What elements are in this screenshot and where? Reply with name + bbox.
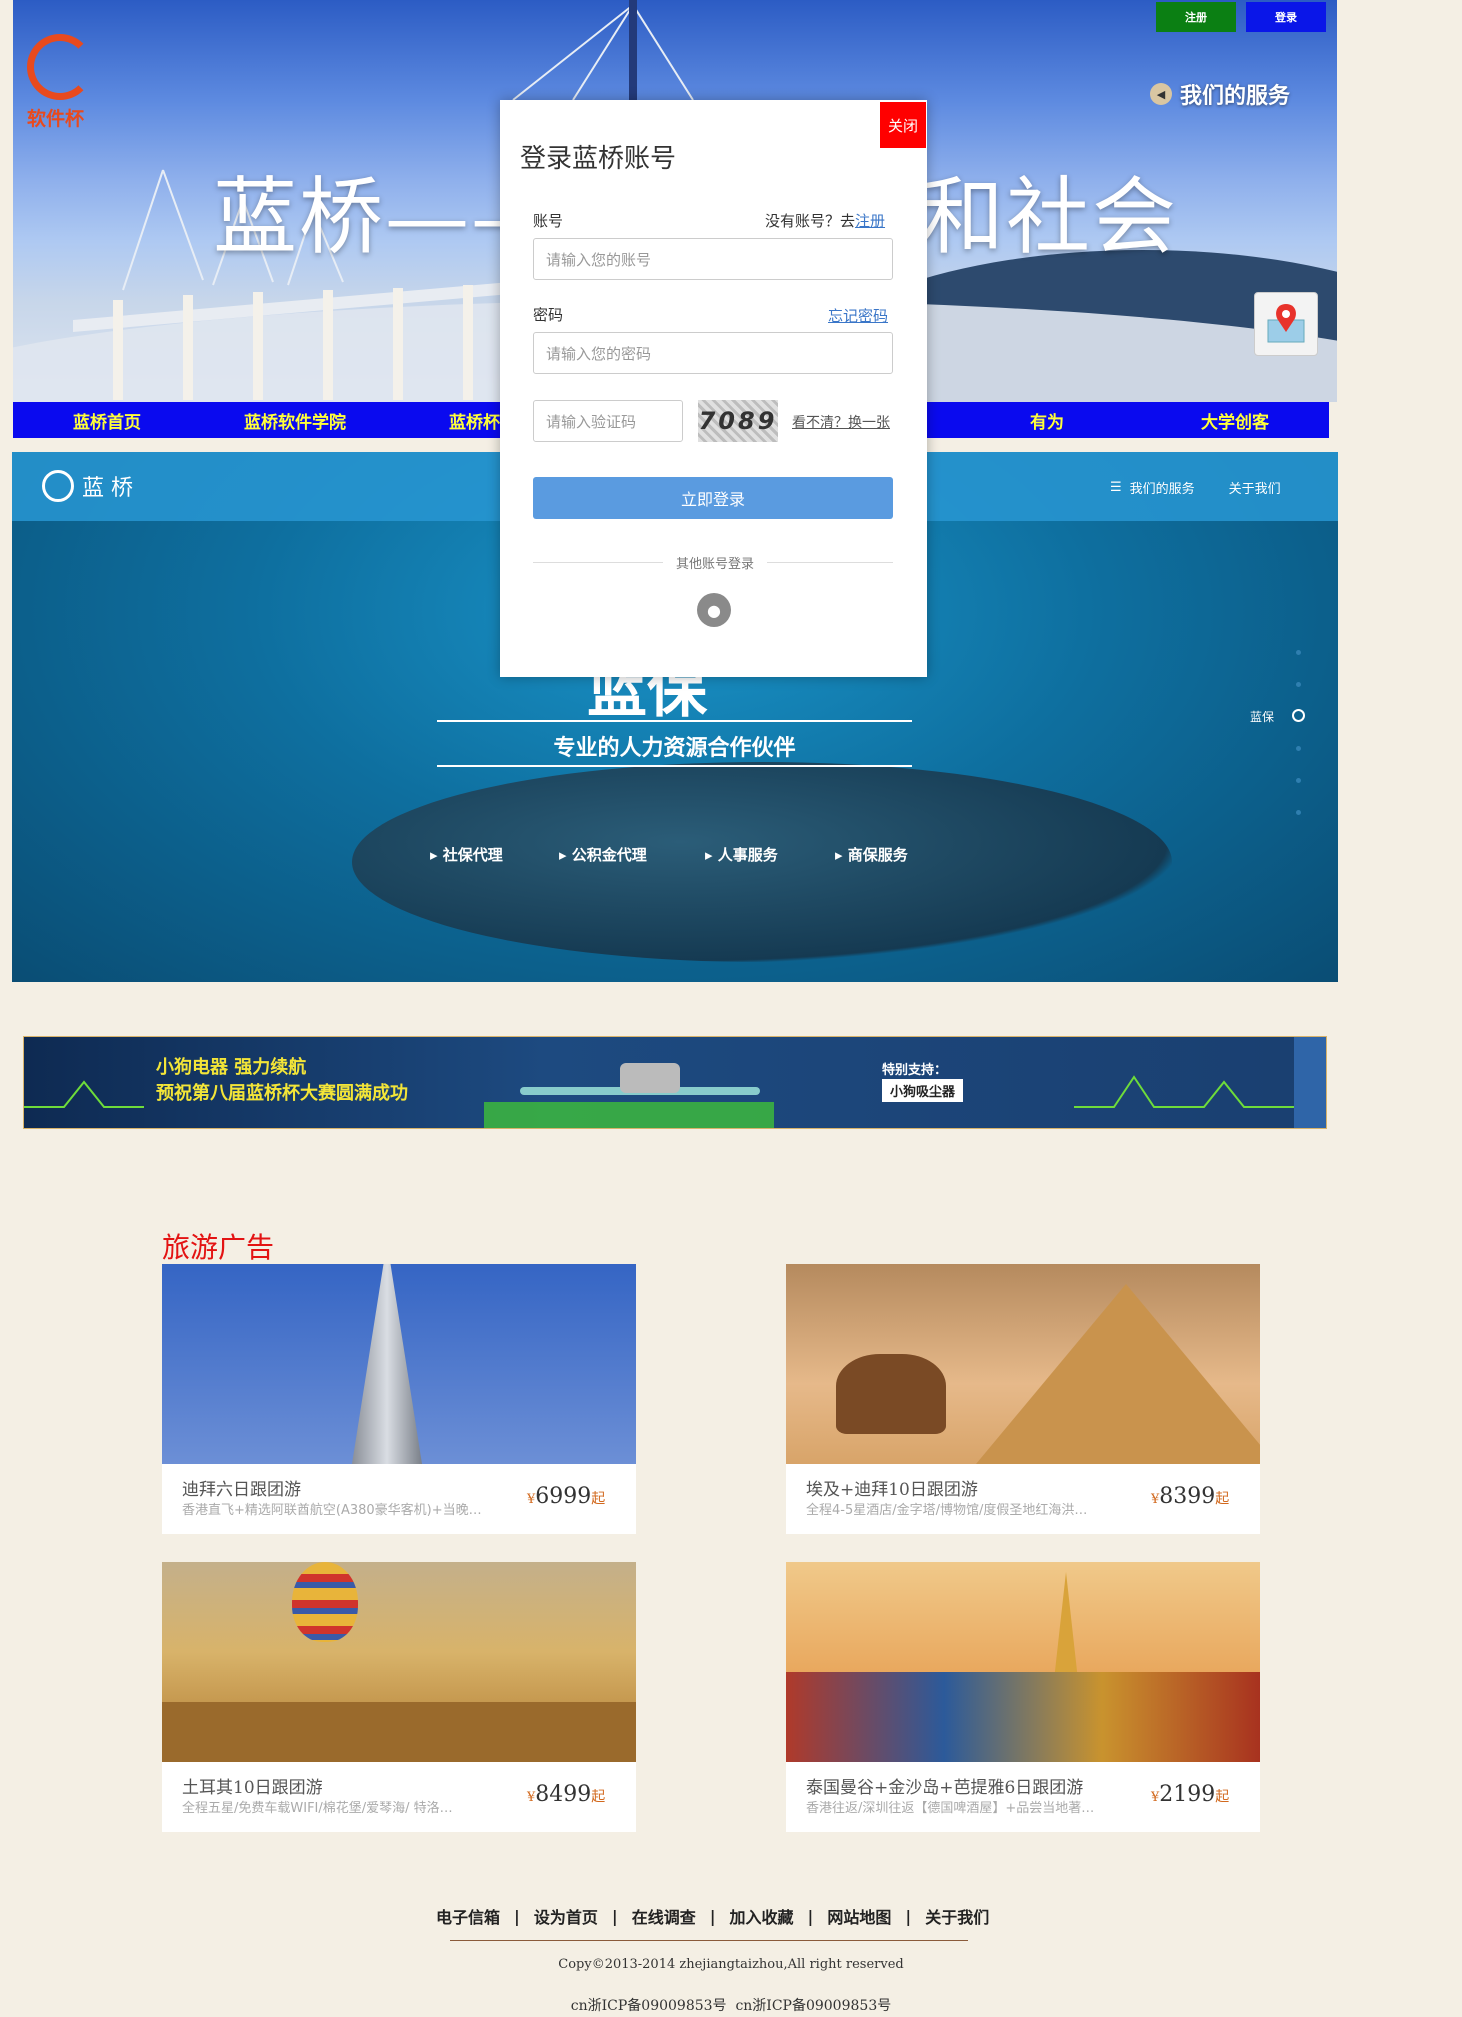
card-title: 土耳其10日跟团游 bbox=[182, 1778, 323, 1798]
captcha-image[interactable]: 7089 bbox=[698, 400, 778, 442]
modal-title: 登录蓝桥账号 bbox=[520, 144, 677, 174]
login-submit-button[interactable]: 立即登录 bbox=[533, 477, 893, 519]
card-price: ¥8499起 bbox=[527, 1782, 606, 1807]
account-label: 账号 bbox=[533, 212, 564, 230]
egypt-image bbox=[786, 1264, 1260, 1464]
banner-line2: 预祝第八届蓝桥杯大赛圆满成功 bbox=[156, 1083, 408, 1104]
nav-item-maker[interactable]: 大学创客 bbox=[1141, 402, 1329, 438]
brand-name: 蓝 桥 bbox=[82, 476, 133, 501]
banner-support-label: 特别支持： bbox=[882, 1063, 948, 1078]
dubai-image bbox=[162, 1264, 636, 1464]
menu-about[interactable]: 关于我们 bbox=[1229, 478, 1281, 497]
register-link[interactable]: 注册 bbox=[855, 212, 885, 230]
divider-top bbox=[437, 720, 912, 722]
service-hr[interactable]: ▸ 人事服务 bbox=[705, 844, 778, 865]
travel-card-egypt[interactable]: 埃及+迪拜10日跟团游 全程4-5星酒店/金字塔/博物馆/度假圣地红海洪… ¥8… bbox=[786, 1264, 1260, 1534]
login-modal: 登录蓝桥账号 关闭 账号 没有账号？去注册 请输入您的账号 密码 忘记密码 请输… bbox=[500, 100, 927, 677]
close-button[interactable]: 关闭 bbox=[880, 102, 926, 148]
card-desc: 全程五星/免费车载WIFI/棉花堡/爱琴海/ 特洛… bbox=[182, 1801, 453, 1816]
sponsor-banner[interactable]: 小狗电器 强力续航 预祝第八届蓝桥杯大赛圆满成功 特别支持： 小狗吸尘器 bbox=[23, 1036, 1327, 1129]
ocean-brand[interactable]: 蓝 桥 bbox=[42, 470, 133, 502]
thailand-image bbox=[786, 1562, 1260, 1762]
vacuum-product-graphic bbox=[520, 1057, 760, 1097]
menu-icon[interactable]: ☰ bbox=[1110, 480, 1122, 495]
card-desc: 香港往返/深圳往返【德国啤酒屋】+品尝当地著… bbox=[806, 1801, 1095, 1816]
ocean-menu: ☰ 我们的服务 关于我们 bbox=[1110, 478, 1281, 497]
logo-text: 软件杯 bbox=[27, 108, 85, 130]
divider-bottom bbox=[437, 765, 912, 767]
services-link[interactable]: ◀ 我们的服务 bbox=[1150, 78, 1290, 110]
side-dot-active[interactable] bbox=[1292, 709, 1305, 722]
nav-item-youwei[interactable]: 有为 bbox=[953, 402, 1141, 438]
arrow-left-icon: ◀ bbox=[1150, 83, 1172, 105]
account-input[interactable]: 请输入您的账号 bbox=[533, 238, 893, 280]
footer-link-survey[interactable]: 在线调查 bbox=[632, 1904, 696, 1928]
menu-services[interactable]: 我们的服务 bbox=[1130, 478, 1195, 497]
password-input[interactable]: 请输入您的密码 bbox=[533, 332, 893, 374]
side-dot[interactable] bbox=[1296, 810, 1301, 815]
footer-link-homepage[interactable]: 设为首页 bbox=[534, 1904, 598, 1928]
card-title: 迪拜六日跟团游 bbox=[182, 1480, 301, 1500]
footer-copyright: Copy©2013-2014 zhejiangtaizhou,All right… bbox=[558, 1957, 904, 1972]
nav-item-home[interactable]: 蓝桥首页 bbox=[13, 402, 201, 438]
footer-link-email[interactable]: 电子信箱 bbox=[436, 1904, 500, 1928]
service-social-insurance[interactable]: ▸ 社保代理 bbox=[430, 844, 503, 865]
captcha-input[interactable]: 请输入验证码 bbox=[533, 400, 683, 442]
wechat-icon[interactable]: ● bbox=[697, 593, 731, 627]
site-logo[interactable]: 软件杯 bbox=[27, 34, 97, 134]
register-button[interactable]: 注册 bbox=[1156, 2, 1236, 32]
travel-section-title: 旅游广告 bbox=[162, 1231, 275, 1264]
login-button[interactable]: 登录 bbox=[1246, 2, 1326, 32]
turkey-image bbox=[162, 1562, 636, 1762]
card-title: 泰国曼谷+金沙岛+芭提雅6日跟团游 bbox=[806, 1778, 1084, 1798]
hero-title-right: 和社会 bbox=[920, 168, 1179, 266]
side-label: 蓝保 bbox=[1250, 710, 1275, 724]
side-dot[interactable] bbox=[1296, 682, 1301, 687]
footer-divider bbox=[450, 1940, 968, 1941]
footer-link-sitemap[interactable]: 网站地图 bbox=[827, 1904, 891, 1928]
travel-card-turkey[interactable]: 土耳其10日跟团游 全程五星/免费车载WIFI/棉花堡/爱琴海/ 特洛… ¥84… bbox=[162, 1562, 636, 1832]
card-price: ¥6999起 bbox=[527, 1484, 606, 1509]
card-price: ¥2199起 bbox=[1151, 1782, 1230, 1807]
side-dot[interactable] bbox=[1296, 650, 1301, 655]
nav-item-academy[interactable]: 蓝桥软件学院 bbox=[201, 402, 389, 438]
footer-links: 电子信箱 | 设为首页 | 在线调查 | 加入收藏 | 网站地图 | 关于我们 bbox=[436, 1904, 1026, 1928]
side-dot[interactable] bbox=[1296, 746, 1301, 751]
refresh-captcha-link[interactable]: 看不清？换一张 bbox=[792, 412, 890, 432]
forgot-password-link[interactable]: 忘记密码 bbox=[828, 305, 888, 326]
divider-left bbox=[533, 562, 663, 563]
map-icon[interactable] bbox=[1254, 292, 1318, 356]
banner-sponsor: 小狗吸尘器 bbox=[882, 1079, 964, 1102]
side-dot[interactable] bbox=[1296, 778, 1301, 783]
card-desc: 全程4-5星酒店/金字塔/博物馆/度假圣地红海洪… bbox=[806, 1503, 1088, 1518]
footer-icp: cn浙ICP备09009853号 cn浙ICP备09009853号 bbox=[570, 1998, 892, 2014]
service-housing-fund[interactable]: ▸ 公积金代理 bbox=[559, 844, 647, 865]
register-hint: 没有账号？去注册 bbox=[765, 212, 886, 230]
travel-card-dubai[interactable]: 迪拜六日跟团游 香港直飞+精选阿联酋航空(A380豪华客机)+当晚… ¥6999… bbox=[162, 1264, 636, 1534]
logo-mark bbox=[27, 34, 93, 100]
travel-card-thailand[interactable]: 泰国曼谷+金沙岛+芭提雅6日跟团游 香港往返/深圳往返【德国啤酒屋】+品尝当地著… bbox=[786, 1562, 1260, 1832]
brand-logo-icon bbox=[42, 470, 74, 502]
password-label: 密码 bbox=[533, 306, 564, 324]
service-commercial-insurance[interactable]: ▸ 商保服务 bbox=[835, 844, 908, 865]
card-desc: 香港直飞+精选阿联酋航空(A380豪华客机)+当晚… bbox=[182, 1503, 482, 1518]
card-price: ¥8399起 bbox=[1151, 1484, 1230, 1509]
services-label: 我们的服务 bbox=[1180, 83, 1291, 109]
footer-link-about[interactable]: 关于我们 bbox=[925, 1904, 989, 1928]
divider-right bbox=[767, 562, 893, 563]
other-login-label: 其他账号登录 bbox=[675, 557, 754, 572]
banner-line1: 小狗电器 强力续航 bbox=[156, 1057, 307, 1078]
footer-link-favorite[interactable]: 加入收藏 bbox=[730, 1904, 794, 1928]
ocean-subtitle: 专业的人力资源合作伙伴 bbox=[553, 736, 796, 761]
card-title: 埃及+迪拜10日跟团游 bbox=[806, 1480, 978, 1500]
